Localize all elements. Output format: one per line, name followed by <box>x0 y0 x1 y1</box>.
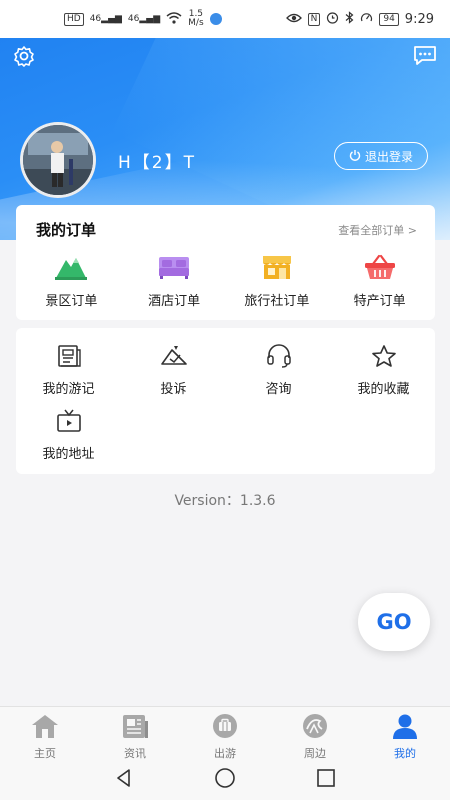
power-icon <box>349 149 361 164</box>
status-right: N 94 9:29 <box>285 11 434 27</box>
nfc-icon: N <box>307 12 321 26</box>
tool-label: 咨询 <box>265 382 292 397</box>
order-label: 特产订单 <box>353 294 406 309</box>
bed-icon <box>158 254 190 284</box>
tab-news[interactable]: 资讯 <box>95 707 175 760</box>
order-item-travel-agency[interactable]: 旅行社订单 <box>227 254 327 309</box>
tab-travel[interactable]: 出游 <box>185 707 265 760</box>
basket-icon <box>364 254 396 284</box>
hd-badge: HD <box>64 12 84 26</box>
tool-my-travelogue[interactable]: 我的游记 <box>16 344 121 397</box>
settings-gear-icon[interactable] <box>12 44 36 68</box>
star-icon <box>371 344 397 372</box>
status-left: HD 46▂▄▆ 46▂▄▆ 1.5 M/s <box>64 10 222 28</box>
tab-mine[interactable]: 我的 <box>365 707 445 760</box>
headset-icon <box>266 344 292 372</box>
shop-icon <box>261 254 293 284</box>
tool-grid: 我的游记 投诉 咨询 我的收藏 我的地址 <box>16 328 435 462</box>
tab-label: 资讯 <box>124 747 146 760</box>
go-button[interactable]: GO <box>358 593 430 651</box>
order-label: 旅行社订单 <box>244 294 310 309</box>
version-text: Version：1.3.6 <box>174 493 276 509</box>
back-icon[interactable] <box>114 768 134 792</box>
tab-label: 周边 <box>304 747 326 760</box>
signal-icon: 46▂▄▆ <box>89 14 122 24</box>
signal-icon-2: 46▂▄▆ <box>127 14 161 24</box>
bluetooth-icon <box>345 11 354 27</box>
tool-my-address[interactable]: 我的地址 <box>16 409 121 462</box>
order-item-scenic[interactable]: 景区订单 <box>21 254 121 309</box>
orders-header: 我的订单 查看全部订单 > <box>16 205 435 240</box>
tab-label: 我的 <box>394 747 416 760</box>
complaint-icon <box>160 344 188 372</box>
logout-button[interactable]: 退出登录 <box>334 142 428 170</box>
tool-label: 我的游记 <box>42 382 95 397</box>
tab-home[interactable]: 主页 <box>5 707 85 760</box>
order-item-specialty[interactable]: 特产订单 <box>330 254 430 309</box>
notes-icon <box>56 344 82 372</box>
clock: 9:29 <box>404 11 434 27</box>
tool-label: 我的地址 <box>42 447 95 462</box>
tool-label: 我的收藏 <box>357 382 410 397</box>
tab-nearby[interactable]: 周边 <box>275 707 355 760</box>
travel-icon <box>210 713 240 743</box>
eye-icon <box>285 12 302 27</box>
logout-label: 退出登录 <box>364 149 413 164</box>
tab-label: 出游 <box>214 747 236 760</box>
bottom-tab-bar: 主页 资讯 出游 周边 我的 <box>0 706 450 760</box>
username: H【2】T <box>118 152 196 173</box>
order-item-hotel[interactable]: 酒店订单 <box>124 254 224 309</box>
news-icon <box>120 713 150 743</box>
order-label: 景区订单 <box>45 294 98 309</box>
orders-card: 我的订单 查看全部订单 > 景区订单 酒店订单 旅行社订单 特产订单 <box>16 205 435 320</box>
tv-icon <box>56 409 82 437</box>
home-icon <box>30 713 60 743</box>
app-notification-icon <box>209 13 222 25</box>
profile-section: H【2】T <box>20 122 196 198</box>
user-icon <box>390 713 420 743</box>
status-bar: HD 46▂▄▆ 46▂▄▆ 1.5 M/s N 94 9:29 <box>0 0 450 38</box>
view-all-orders-link[interactable]: 查看全部订单 > <box>338 222 417 238</box>
orders-title: 我的订单 <box>36 221 97 239</box>
battery-indicator: 94 <box>379 12 399 26</box>
tool-favorites[interactable]: 我的收藏 <box>331 344 436 397</box>
nearby-icon <box>300 713 330 743</box>
tool-consult[interactable]: 咨询 <box>226 344 331 397</box>
tool-label: 投诉 <box>160 382 187 397</box>
recents-square-icon[interactable] <box>316 768 336 792</box>
tool-complaint[interactable]: 投诉 <box>121 344 226 397</box>
message-bubble-icon[interactable] <box>412 44 436 68</box>
system-nav-bar <box>0 760 450 800</box>
wifi-icon <box>166 11 182 27</box>
gauge-icon <box>360 11 373 27</box>
mountain-icon <box>55 254 88 284</box>
order-label: 酒店订单 <box>148 294 201 309</box>
alarm-icon <box>326 11 339 27</box>
avatar[interactable] <box>20 122 96 198</box>
tab-label: 主页 <box>34 747 56 760</box>
tools-card: 我的游记 投诉 咨询 我的收藏 我的地址 <box>16 328 435 474</box>
home-circle-icon[interactable] <box>214 767 236 793</box>
speed-indicator: 1.5 M/s <box>188 9 204 28</box>
order-categories: 景区订单 酒店订单 旅行社订单 特产订单 <box>16 254 435 309</box>
